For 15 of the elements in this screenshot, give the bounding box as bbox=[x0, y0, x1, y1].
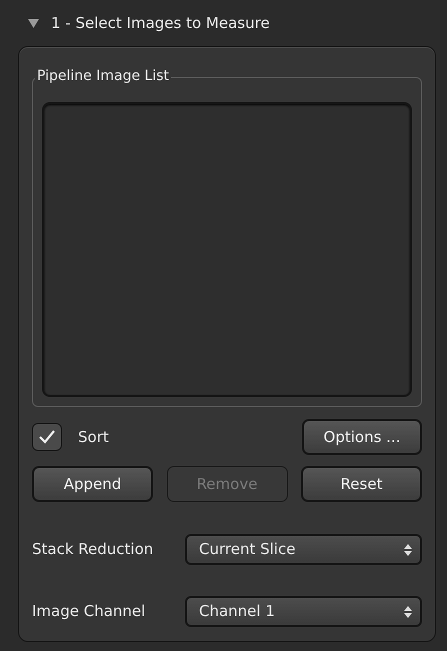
field-label: Stack Reduction bbox=[32, 539, 154, 560]
button[interactable]: Reset bbox=[301, 466, 422, 502]
field-label: Image Channel bbox=[32, 601, 146, 622]
up-down-arrows-icon bbox=[404, 544, 412, 556]
group-title: Pipeline Image List bbox=[35, 66, 172, 86]
sort-checkbox[interactable] bbox=[32, 423, 62, 451]
collapse-triangle-icon[interactable] bbox=[28, 18, 39, 28]
button[interactable]: Options ... bbox=[302, 419, 422, 455]
dropdown[interactable]: Current Slice bbox=[185, 534, 422, 565]
dropdown[interactable]: Channel 1 bbox=[185, 596, 422, 627]
up-down-arrows-icon bbox=[404, 606, 412, 618]
button[interactable]: Append bbox=[32, 466, 153, 502]
section-title: 1 - Select Images to Measure bbox=[51, 12, 270, 34]
sort-label: Sort bbox=[78, 426, 109, 448]
check-icon bbox=[38, 429, 56, 445]
